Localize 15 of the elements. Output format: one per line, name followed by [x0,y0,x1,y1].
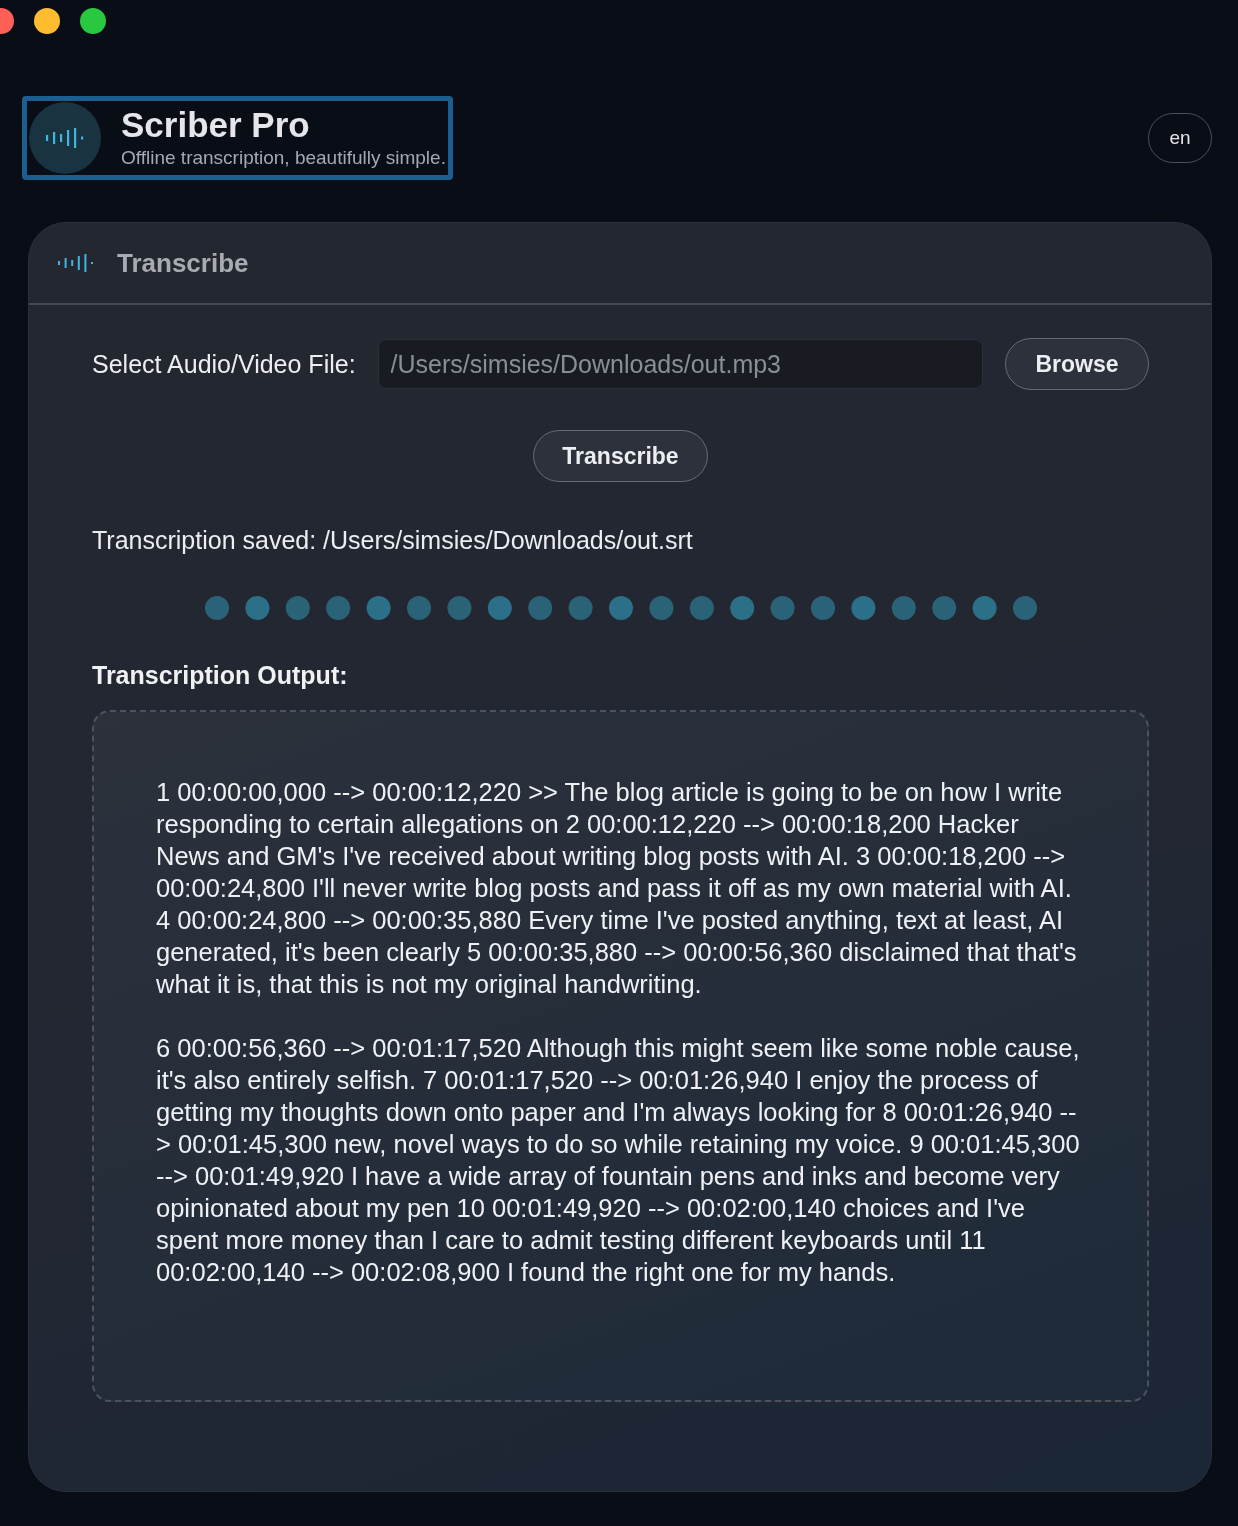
file-label: Select Audio/Video File: [92,349,356,379]
window-minimize-button[interactable] [34,8,60,34]
language-button[interactable]: en [1148,113,1212,163]
panel-title: Transcribe [117,247,249,279]
file-path-field[interactable]: /Users/simsies/Downloads/out.mp3 [377,339,983,389]
status-message: Transcription saved: /Users/simsies/Downloads/out.srt [92,526,694,555]
browse-button[interactable]: Browse [1005,338,1149,390]
app-tagline: Offline transcription, beautifully simple. [121,146,446,170]
app-title: Scriber Pro [121,105,311,145]
transcript-paragraph: 6 00:00:56,360 --> 00:01:17,520 Although this might seem like some noble cause, it's also entirely selfish. 7 00:01:17,520 --> 00:01:26,940 I enjoy the process of getting my thoughts down onto paper and I'm always looking for 8 00:01:26,940 --> 00:01:45,300 new, novel ways to do so while retaining my voice. 9 00:01:45,300 --> 00:01:49,920 I have a wide array of fountain pens and inks and become very opinionated about my pen 10 00:01:49,920 --> 00:02:00,140 choices and I've spent more money than I care to admit testing different keyboards until 11 00:02:00,140 --> 00:02:08,900 I found the right one for my hands. [156,1033,1081,1288]
sound-wave-logo-icon [29,102,101,174]
transcribe-button[interactable]: Transcribe [533,430,708,482]
transcript-paragraph: 1 00:00:00,000 --> 00:00:12,220 >> The blog article is going to be on how I write responding to certain allegations on 2 00:00:12,220 --> 00:00:18,200 Hacker News and GM's I've received about writing blog posts with AI. 3 00:00:18,200 --> 00:00:24,800 I'll never write blog posts and pass it off as my own material with AI. 4 00:00:24,800 --> 00:00:35,880 Every time I've posted anything, text at least, AI generated, it's been clearly 5 00:00:35,880 --> 00:00:56,360 disclaimed that that's what it is, that this is not my original handwriting. [156,777,1078,1000]
output-heading: Transcription Output: [92,661,349,690]
window-zoom-button[interactable] [80,8,106,34]
